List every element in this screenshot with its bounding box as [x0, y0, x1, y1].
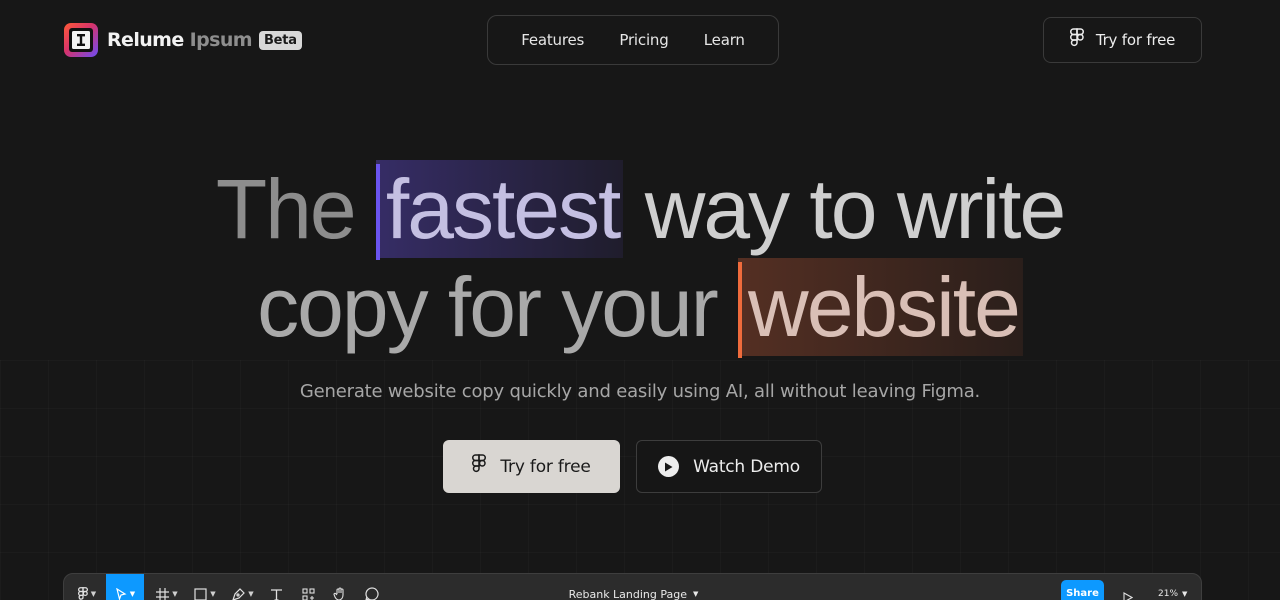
move-tool-icon[interactable]: ▼	[106, 574, 144, 600]
document-title-label: Rebank Landing Page	[568, 587, 688, 600]
brand-name: Relume Ipsum	[107, 29, 253, 51]
header-try-for-free-button[interactable]: Try for free	[1043, 17, 1202, 63]
secondary-cta-label: Watch Demo	[693, 456, 800, 477]
nav-item-features[interactable]: Features	[513, 25, 592, 55]
main-nav: Features Pricing Learn	[487, 15, 779, 65]
header-cta-label: Try for free	[1095, 31, 1176, 49]
highlight-website: website	[738, 258, 1023, 358]
zoom-control[interactable]: 21% ▼	[1158, 574, 1187, 600]
highlight-fastest: fastest	[375, 160, 624, 260]
headline-word-the: The	[215, 162, 357, 256]
chevron-down-icon: ▼	[1182, 590, 1188, 598]
headline-start-line-2: copy for your	[257, 260, 719, 354]
hero-try-for-free-button[interactable]: Try for free	[443, 440, 620, 493]
watch-demo-button[interactable]: Watch Demo	[636, 440, 822, 493]
chevron-down-icon: ▼	[693, 590, 699, 598]
present-play-icon[interactable]	[1123, 588, 1134, 600]
nav-item-pricing[interactable]: Pricing	[611, 25, 676, 55]
headline-rest-line-1: way to write	[644, 162, 1066, 256]
figma-toolbar: ▼ ▼ ▼ ▼ ▼ Rebank Landing Page ▼ Share 21%…	[63, 573, 1202, 600]
rectangle-tool-icon[interactable]: ▼	[190, 574, 220, 600]
hand-tool-icon[interactable]	[328, 574, 352, 600]
frame-tool-icon[interactable]: ▼	[152, 574, 182, 600]
figma-icon	[1069, 28, 1084, 52]
headline-line-2: copy for your website	[0, 258, 1280, 358]
play-icon	[658, 456, 680, 477]
figma-menu-icon[interactable]: ▼	[70, 574, 104, 600]
headline-line-1: The fastest way to write	[0, 160, 1280, 260]
relume-ipsum-logo-icon	[64, 23, 98, 57]
components-tool-icon[interactable]	[296, 574, 320, 600]
figma-icon	[472, 454, 487, 479]
share-button[interactable]: Share	[1061, 580, 1104, 600]
hero-subtitle: Generate website copy quickly and easily…	[299, 381, 981, 402]
hero-headline: The fastest way to write copy for your w…	[0, 160, 1280, 358]
beta-badge: Beta	[258, 30, 302, 50]
comment-tool-icon[interactable]	[360, 574, 384, 600]
zoom-level: 21%	[1158, 589, 1179, 599]
text-tool-icon[interactable]	[264, 574, 288, 600]
nav-item-learn[interactable]: Learn	[696, 25, 753, 55]
pen-tool-icon[interactable]: ▼	[228, 574, 258, 600]
primary-cta-label: Try for free	[500, 456, 591, 477]
brand-logo[interactable]: Relume Ipsum Beta	[64, 23, 302, 57]
